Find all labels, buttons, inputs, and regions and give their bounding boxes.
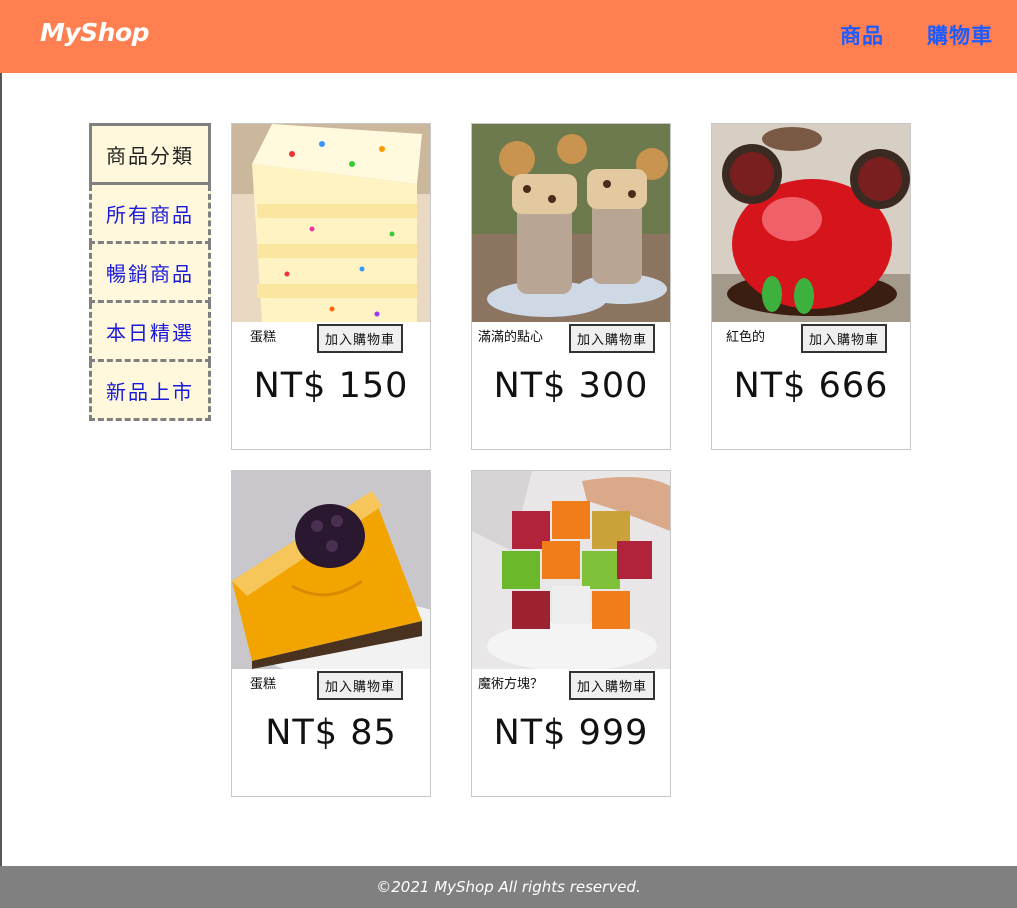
product-price: NT$ 666 bbox=[733, 366, 889, 406]
product-image-rubiks-cube-cake[interactable] bbox=[472, 471, 670, 669]
product-price: NT$ 300 bbox=[493, 366, 649, 406]
category-title: 商品分類 bbox=[89, 123, 211, 185]
category-all-products[interactable]: 所有商品 bbox=[89, 185, 211, 244]
product-name: 滿滿的點心 bbox=[478, 330, 544, 345]
add-to-cart-button[interactable]: 加入購物車 bbox=[801, 324, 888, 353]
product-image-red-mousse-cake[interactable] bbox=[712, 124, 910, 322]
product-name: 蛋糕 bbox=[250, 330, 277, 345]
site-footer: ©2021 MyShop All rights reserved. bbox=[0, 866, 1017, 908]
category-new-arrivals[interactable]: 新品上市 bbox=[89, 362, 211, 421]
product-card: 蛋糕 加入購物車 NT$ 85 bbox=[231, 470, 431, 797]
add-to-cart-button[interactable]: 加入購物車 bbox=[569, 324, 656, 353]
left-edge-divider bbox=[0, 73, 2, 866]
product-price: NT$ 999 bbox=[493, 713, 649, 753]
product-name: 魔術方塊？ bbox=[478, 677, 544, 692]
product-card: 魔術方塊？ 加入購物車 NT$ 999 bbox=[471, 470, 671, 797]
product-card: 滿滿的點心 加入購物車 NT$ 300 bbox=[471, 123, 671, 450]
product-image-cookie-milkshakes[interactable] bbox=[472, 124, 670, 322]
product-name: 蛋糕 bbox=[250, 677, 277, 692]
product-image-mango-cheesecake[interactable] bbox=[232, 471, 430, 669]
site-header: MyShop 商品 購物車 bbox=[0, 0, 1017, 73]
add-to-cart-button[interactable]: 加入購物車 bbox=[569, 671, 656, 700]
product-image-rainbow-cake[interactable] bbox=[232, 124, 430, 322]
site-logo[interactable]: MyShop bbox=[40, 18, 150, 47]
product-card: 紅色的 加入購物車 NT$ 666 bbox=[711, 123, 911, 450]
add-to-cart-button[interactable]: 加入購物車 bbox=[317, 324, 404, 353]
category-daily-picks[interactable]: 本日精選 bbox=[89, 303, 211, 362]
product-price: NT$ 85 bbox=[265, 713, 397, 753]
product-price: NT$ 150 bbox=[253, 366, 409, 406]
product-name: 紅色的 bbox=[726, 330, 766, 345]
nav-cart-link[interactable]: 購物車 bbox=[927, 20, 993, 50]
add-to-cart-button[interactable]: 加入購物車 bbox=[317, 671, 404, 700]
category-best-sellers[interactable]: 暢銷商品 bbox=[89, 244, 211, 303]
nav-products-link[interactable]: 商品 bbox=[840, 20, 884, 50]
category-sidebar: 商品分類 所有商品 暢銷商品 本日精選 新品上市 bbox=[89, 123, 211, 421]
product-card: 蛋糕 加入購物車 NT$ 150 bbox=[231, 123, 431, 450]
